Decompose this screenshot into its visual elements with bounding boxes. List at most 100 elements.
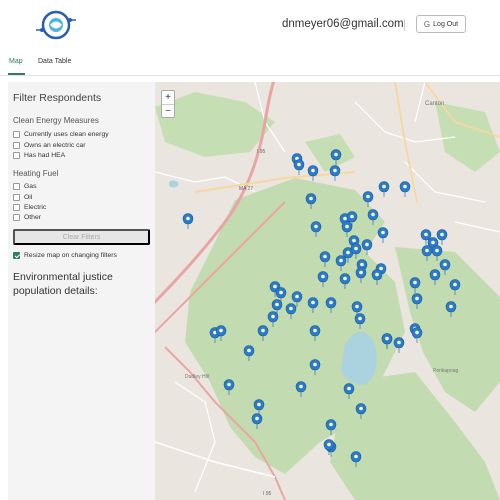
pin-dot [261,328,265,333]
pin-dot [425,248,429,253]
pin-dot [279,290,283,295]
heating-fuel-heading: Heating Fuel [13,169,59,178]
map-label: I 95 [257,149,266,155]
pin-dot [415,330,419,335]
pin-dot [366,194,370,199]
pin-dot [435,248,439,253]
clean-energy-heading: Clean Energy Measures [13,116,99,125]
filter-electric[interactable]: Electric [13,204,46,211]
google-g-icon: G [423,19,431,29]
filter-electric-car[interactable]: Owns an electric car [13,142,86,149]
map-tiles[interactable]: I 95 MA 27 I 95 Canton Dudley Hill Ponka… [155,82,500,500]
pin-dot [354,454,358,459]
pin-dot [360,262,364,267]
pin-dot [257,402,261,407]
map-label: Dudley Hill [185,374,209,380]
pin-dot [219,328,223,333]
pin-dot [449,304,453,309]
user-email: dnmeyer06@gmail.com [282,18,404,30]
pin-dot [346,250,350,255]
pin-dot [343,216,347,221]
filter-hea[interactable]: Has had HEA [13,152,65,159]
pin-dot [379,266,383,271]
ej-details-title: Environmental justice population details… [13,271,113,297]
pin-dot [385,336,389,341]
checkbox[interactable] [13,142,20,149]
checkbox-label: Has had HEA [24,152,66,159]
map-label: Ponkapoag [433,368,459,374]
checkbox[interactable] [13,252,20,259]
pin-dot [247,348,251,353]
checkbox-label: Electric [24,204,47,211]
logout-button[interactable]: G Log Out [416,15,466,33]
active-tab-indicator [8,73,25,75]
tab-data-table[interactable]: Data Table [38,58,71,65]
pin-dot [397,340,401,345]
filter-clean-energy[interactable]: Currently uses clean energy [13,131,109,138]
filter-gas[interactable]: Gas [13,183,36,190]
pin-dot [350,214,354,219]
pin-dot [321,274,325,279]
pin-dot [227,382,231,387]
pin-dot [403,184,407,189]
pin-dot [313,362,317,367]
tab-bar: Map Data Table [0,50,500,76]
filter-title: Filter Respondents [13,92,102,104]
pin-dot [334,152,338,157]
pin-dot [275,302,279,307]
filter-other[interactable]: Other [13,214,41,221]
pin-dot [355,304,359,309]
pin-dot [359,270,363,275]
pin-dot [186,216,190,221]
pin-dot [339,258,343,263]
header-divider [404,19,405,31]
pin-dot [371,212,375,217]
pin-dot [375,272,379,277]
tab-map[interactable]: Map [9,58,23,65]
pin-dot [415,296,419,301]
checkbox-label: Other [24,214,41,221]
clear-filters-button[interactable]: Clear Filters [13,229,150,245]
leaf-circle-logo-icon[interactable] [36,8,76,42]
pin-dot [295,294,299,299]
map-label: Canton [425,101,444,107]
zoom-control: + − [161,90,175,118]
checkbox-label: Owns an electric car [24,142,86,149]
pin-dot [352,238,356,243]
checkbox-label: Resize map on changing filters [24,252,117,259]
filter-oil[interactable]: Oil [13,194,32,201]
checkbox-label: Oil [24,194,33,201]
checkbox[interactable] [13,214,20,221]
pin-dot [314,224,318,229]
checkbox[interactable] [13,194,20,201]
pin-dot [343,276,347,281]
pin-dot [440,232,444,237]
pin-dot [297,162,301,167]
zoom-out-button[interactable]: − [162,105,174,118]
pin-dot [365,242,369,247]
pin-dot [329,422,333,427]
pin-dot [311,168,315,173]
pin-dot [329,300,333,305]
pin-dot [358,316,362,321]
zoom-in-button[interactable]: + [162,91,174,104]
pin-dot [424,232,428,237]
pin-dot [323,254,327,259]
pin-dot [381,230,385,235]
logout-label: Log Out [433,20,459,28]
map-label: MA 27 [239,186,253,192]
checkbox[interactable] [13,183,20,190]
pin-dot [289,306,293,311]
resize-map-toggle[interactable]: Resize map on changing filters [13,252,117,259]
checkbox[interactable] [13,204,20,211]
map-view[interactable]: I 95 MA 27 I 95 Canton Dudley Hill Ponka… [155,82,500,500]
pin-dot [453,282,457,287]
checkbox[interactable] [13,131,20,138]
checkbox[interactable] [13,152,20,159]
pin-dot [347,386,351,391]
checkbox-label: Gas [24,183,37,190]
pin-dot [327,442,331,447]
pin-dot [273,284,277,289]
map-label: I 95 [263,491,272,497]
pin-dot [309,196,313,201]
